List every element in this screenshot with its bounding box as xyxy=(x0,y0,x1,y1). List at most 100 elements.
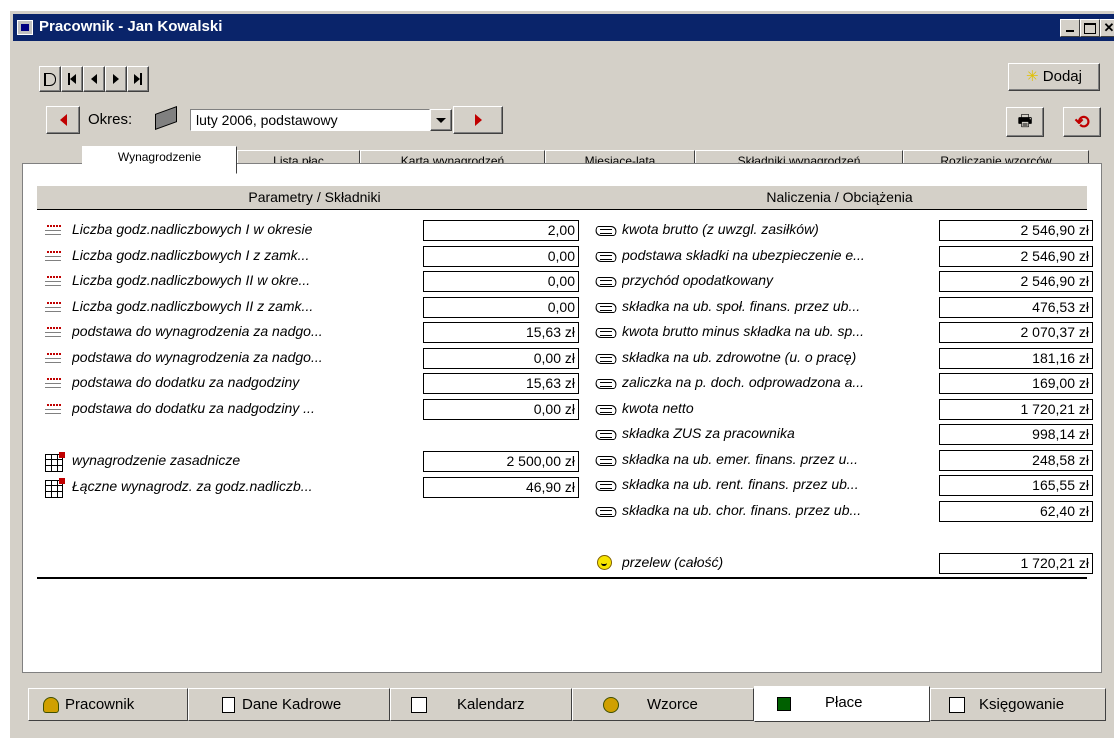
row-label: przychód opodatkowany xyxy=(622,272,773,288)
row-value[interactable]: 2 070,37 zł xyxy=(939,322,1093,343)
ledger-icon xyxy=(949,697,965,713)
transfer-label: przelew (całość) xyxy=(622,554,724,570)
hand-icon xyxy=(595,325,615,339)
period-dropdown-button[interactable] xyxy=(430,109,452,131)
row-label: Łączne wynagrodz. za godz.nadliczb... xyxy=(72,477,313,494)
bottom-tab-kalendarz[interactable]: Kalendarz xyxy=(390,688,572,721)
chevron-down-icon xyxy=(436,118,446,123)
next-record-button[interactable] xyxy=(105,66,127,92)
salary-panel: Parametry / Składniki Naliczenia / Obcią… xyxy=(22,163,1102,673)
bottom-tab-label: Kalendarz xyxy=(457,696,525,713)
row-label: Liczba godz.nadliczbowych I z zamk... xyxy=(72,246,310,263)
grid-icon xyxy=(45,477,65,498)
row-label: kwota brutto minus składka na ub. sp... xyxy=(622,323,865,339)
row-value[interactable]: 0,00 zł xyxy=(423,347,579,369)
close-button[interactable]: ✕ xyxy=(1100,19,1114,37)
row-label: Liczba godz.nadliczbowych II z zamk... xyxy=(72,297,314,314)
row-value[interactable]: 62,40 zł xyxy=(939,500,1093,522)
row-value[interactable]: 0,00 zł xyxy=(423,398,579,420)
row-value[interactable]: 0,00 xyxy=(423,271,579,292)
new-record-button[interactable] xyxy=(39,66,61,92)
row-label: zaliczka na p. doch. odprowadzona a... xyxy=(622,374,865,390)
maximize-button[interactable] xyxy=(1080,19,1100,37)
row-label: podstawa do wynagrodzenia za nadgo... xyxy=(72,348,323,365)
bottom-tab-label: Pracownik xyxy=(65,696,135,713)
row-label: składka na ub. chor. finans. przez ub... xyxy=(622,501,862,518)
hand-icon xyxy=(595,504,615,518)
row-value[interactable]: 2 500,00 zł xyxy=(423,451,579,472)
bottom-tab-pracownik[interactable]: Pracownik xyxy=(28,688,188,721)
row-label: Liczba godz.nadliczbowych II w okre... xyxy=(72,272,311,288)
first-record-button[interactable] xyxy=(61,66,83,92)
list-icon xyxy=(45,274,65,288)
row-label: Liczba godz.nadliczbowych I w okresie xyxy=(72,221,313,237)
bottom-tab-ksiegowanie[interactable]: Księgowanie xyxy=(930,688,1106,721)
calculator-icon xyxy=(777,697,791,711)
list-icon xyxy=(45,249,65,263)
last-record-button[interactable] xyxy=(127,66,149,92)
row-value[interactable]: 2 546,90 zł xyxy=(939,220,1093,241)
row-value[interactable]: 998,14 zł xyxy=(939,424,1093,445)
row-label: składka na ub. zdrowotne (u. o pracę) xyxy=(622,348,857,365)
window-title: Pracownik - Jan Kowalski xyxy=(39,18,223,35)
bottom-tab-wzorce[interactable]: Wzorce xyxy=(572,688,754,721)
row-value[interactable]: 169,00 zł xyxy=(939,373,1093,394)
hand-icon xyxy=(595,351,615,365)
section-divider xyxy=(37,577,1087,579)
row-value[interactable]: 15,63 zł xyxy=(423,373,579,394)
list-icon xyxy=(45,300,65,314)
hand-icon xyxy=(595,249,615,263)
printer-icon: 🖶 xyxy=(1017,113,1033,130)
app-icon xyxy=(17,20,33,35)
row-value[interactable]: 46,90 zł xyxy=(423,476,579,498)
calendar-icon xyxy=(411,697,427,713)
row-value[interactable]: 2 546,90 zł xyxy=(939,245,1093,267)
hand-icon xyxy=(595,300,615,314)
add-button[interactable]: ✳ Dodaj xyxy=(1008,63,1100,91)
row-value[interactable]: 0,00 xyxy=(423,296,579,318)
row-label: podstawa do dodatku za nadgodziny ... xyxy=(72,399,315,416)
period-select[interactable]: luty 2006, podstawowy xyxy=(190,109,430,131)
row-value[interactable]: 2,00 xyxy=(423,220,579,241)
bottom-tab-place[interactable]: Płace xyxy=(754,686,930,722)
list-icon xyxy=(45,325,65,339)
row-value[interactable]: 248,58 zł xyxy=(939,449,1093,471)
header-divider xyxy=(37,209,1087,210)
tab-wynagrodzenie[interactable]: Wynagrodzenie xyxy=(82,146,237,174)
row-value[interactable]: 2 546,90 zł xyxy=(939,271,1093,292)
row-value[interactable]: 15,63 zł xyxy=(423,322,579,343)
refresh-button[interactable]: ⟲ xyxy=(1063,107,1101,137)
row-label: podstawa do wynagrodzenia za nadgo... xyxy=(72,323,323,339)
add-button-label: Dodaj xyxy=(1042,68,1082,85)
next-period-button[interactable] xyxy=(453,106,503,134)
row-value[interactable]: 0,00 xyxy=(423,245,579,267)
bottom-tab-dane-kadrowe[interactable]: Dane Kadrowe xyxy=(188,688,390,721)
transfer-value[interactable]: 1 720,21 zł xyxy=(939,553,1093,574)
hand-icon xyxy=(595,376,615,390)
row-label: składka na ub. rent. finans. przez ub... xyxy=(622,476,859,492)
bottom-tab-label: Wzorce xyxy=(647,696,698,713)
hand-icon xyxy=(595,223,615,237)
minimize-button[interactable] xyxy=(1060,19,1080,37)
previous-record-button[interactable] xyxy=(83,66,105,92)
row-value[interactable]: 181,16 zł xyxy=(939,347,1093,369)
list-icon xyxy=(45,376,65,390)
row-label: kwota netto xyxy=(622,399,694,416)
print-button[interactable]: 🖶 xyxy=(1006,107,1044,137)
grid-icon xyxy=(45,452,65,472)
row-value[interactable]: 165,55 zł xyxy=(939,475,1093,496)
row-label: składka na ub. emer. finans. przez u... xyxy=(622,450,859,467)
period-label: Okres: xyxy=(88,111,133,128)
parameters-header: Parametry / Składniki xyxy=(37,186,592,210)
hand-icon xyxy=(595,453,615,467)
charges-header: Naliczenia / Obciążenia xyxy=(592,186,1087,210)
row-value[interactable]: 476,53 zł xyxy=(939,296,1093,318)
title-bar: Pracownik - Jan Kowalski ✕ xyxy=(13,14,1114,41)
hand-icon xyxy=(595,478,615,492)
row-label: kwota brutto (z uwzgl. zasiłków) xyxy=(622,221,819,237)
previous-period-button[interactable] xyxy=(46,106,80,134)
row-value[interactable]: 1 720,21 zł xyxy=(939,398,1093,420)
person-icon xyxy=(43,697,59,713)
hand-icon xyxy=(595,274,615,288)
people-icon xyxy=(603,697,619,713)
